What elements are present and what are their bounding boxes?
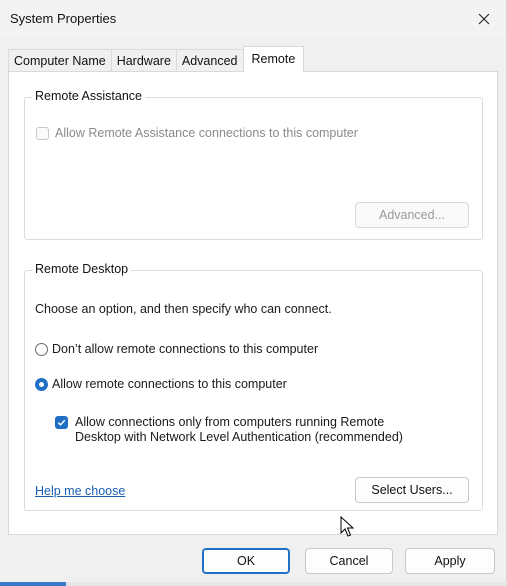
tab-hardware[interactable]: Hardware — [110, 49, 177, 72]
taskbar-highlight — [0, 582, 66, 586]
nla-checkbox[interactable] — [55, 416, 68, 429]
taskbar-strip — [0, 582, 507, 586]
tab-computer-name[interactable]: Computer Name — [8, 49, 112, 72]
mouse-cursor-icon — [340, 516, 354, 537]
remote-assistance-legend: Remote Assistance — [32, 89, 145, 103]
cancel-button[interactable]: Cancel — [305, 548, 393, 574]
dont-allow-radio-row[interactable]: Don’t allow remote connections to this c… — [35, 342, 318, 356]
tab-remote[interactable]: Remote — [242, 46, 305, 72]
allow-radio[interactable] — [35, 377, 48, 391]
tab-panel-remote: Remote Assistance Allow Remote Assistanc… — [8, 71, 498, 535]
apply-button[interactable]: Apply — [405, 548, 495, 574]
remote-desktop-legend: Remote Desktop — [32, 262, 132, 276]
remote-assistance-group: Remote Assistance Allow Remote Assistanc… — [24, 89, 483, 240]
ok-button[interactable]: OK — [202, 548, 290, 574]
allow-radio-row[interactable]: Allow remote connections to this compute… — [35, 377, 287, 391]
dont-allow-label: Don’t allow remote connections to this c… — [52, 342, 319, 356]
nla-label: Allow connections only from computers ru… — [75, 415, 403, 445]
allow-remote-assistance-checkbox[interactable] — [36, 127, 49, 140]
tab-strip: Computer Name Hardware Advanced Remote — [8, 46, 305, 72]
title-bar[interactable]: System Properties — [0, 0, 506, 38]
tab-advanced[interactable]: Advanced — [175, 49, 244, 72]
allow-label: Allow remote connections to this compute… — [52, 377, 287, 391]
advanced-button[interactable]: Advanced... — [355, 202, 469, 228]
close-icon — [478, 13, 490, 25]
nla-label-line1: Allow connections only from computers ru… — [75, 415, 385, 429]
checkmark-icon — [57, 419, 66, 426]
allow-remote-assistance-row: Allow Remote Assistance connections to t… — [36, 126, 358, 140]
allow-remote-assistance-label: Allow Remote Assistance connections to t… — [55, 126, 358, 140]
dont-allow-radio[interactable] — [35, 342, 48, 356]
system-properties-dialog: System Properties Computer Name Hardware… — [0, 0, 507, 586]
nla-label-line2: Desktop with Network Level Authenticatio… — [75, 430, 403, 444]
remote-desktop-instruction: Choose an option, and then specify who c… — [35, 302, 332, 316]
window-title: System Properties — [10, 11, 117, 26]
select-users-button[interactable]: Select Users... — [355, 477, 469, 503]
nla-row: Allow connections only from computers ru… — [55, 415, 403, 445]
close-button[interactable] — [462, 0, 506, 38]
remote-desktop-group: Remote Desktop Choose an option, and the… — [24, 262, 483, 511]
help-me-choose-link[interactable]: Help me choose — [35, 484, 125, 498]
